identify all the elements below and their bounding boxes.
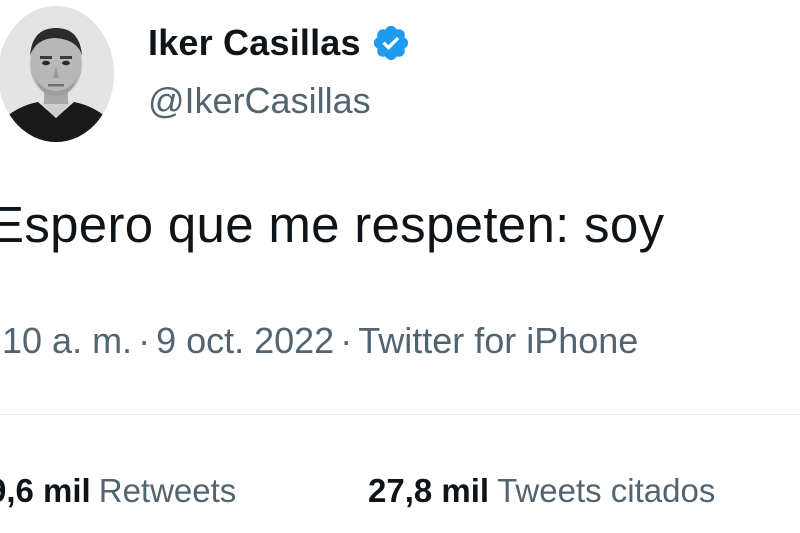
tweet-date[interactable]: 9 oct. 2022 bbox=[156, 320, 334, 361]
avatar-photo bbox=[0, 6, 114, 142]
divider bbox=[0, 414, 800, 415]
tweet-text: Espero que me respeten: soy bbox=[0, 196, 665, 253]
tweet-time[interactable]: :10 a. m. bbox=[0, 320, 132, 361]
quote-tweets-label: Tweets citados bbox=[497, 472, 716, 509]
tweet-card: Iker Casillas @IkerCasillas Espero que m… bbox=[0, 0, 800, 533]
retweets-stat[interactable]: 9,6 milRetweets bbox=[0, 472, 236, 510]
tweet-source[interactable]: Twitter for iPhone bbox=[358, 320, 638, 361]
meta-separator: · bbox=[138, 320, 151, 361]
avatar[interactable] bbox=[0, 6, 114, 142]
retweets-label: Retweets bbox=[98, 472, 237, 509]
author-handle[interactable]: @IkerCasillas bbox=[148, 80, 371, 122]
tweet-metadata: :10 a. m. · 9 oct. 2022 · Twitter for iPhone bbox=[0, 320, 638, 362]
author-name-row[interactable]: Iker Casillas bbox=[148, 22, 411, 64]
quote-tweets-count: 27,8 mil bbox=[368, 472, 490, 509]
quote-tweets-stat[interactable]: 27,8 mil Tweets citados bbox=[368, 472, 715, 510]
retweets-count: 9,6 mil bbox=[0, 472, 91, 509]
verified-badge-icon bbox=[371, 23, 411, 63]
meta-separator: · bbox=[340, 320, 353, 361]
author-display-name[interactable]: Iker Casillas bbox=[148, 22, 361, 64]
